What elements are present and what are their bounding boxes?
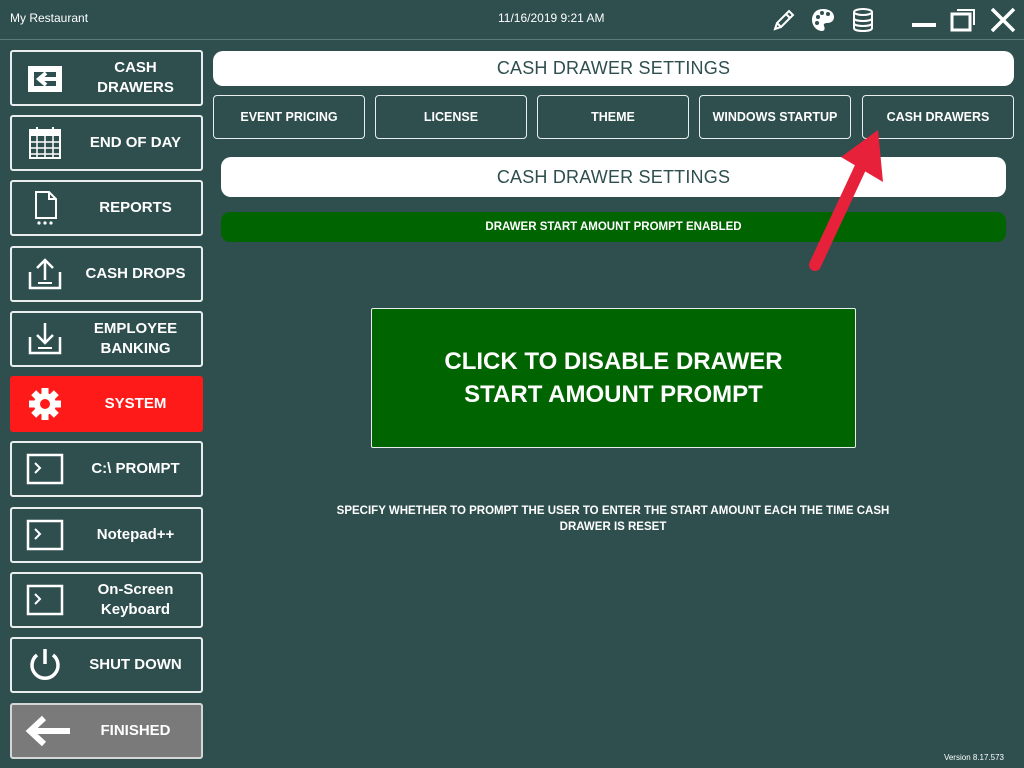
sidebar-item-cash-drops[interactable]: CASH DROPS: [10, 246, 203, 302]
sidebar-item-system[interactable]: SYSTEM: [10, 376, 203, 432]
terminal-icon: [26, 582, 64, 618]
report-icon: [26, 190, 64, 226]
app-title: My Restaurant: [10, 11, 89, 25]
status-banner: DRAWER START AMOUNT PROMPT ENABLED: [221, 212, 1006, 242]
sidebar-item-label: EMPLOYEE BANKING: [93, 320, 178, 357]
power-icon: [26, 647, 64, 683]
title-bar: My Restaurant 11/16/2019 9:21 AM: [0, 0, 1024, 40]
page-title: CASH DRAWER SETTINGS: [213, 51, 1014, 86]
toggle-drawer-prompt-button[interactable]: CLICK TO DISABLE DRAWER START AMOUNT PRO…: [371, 308, 856, 448]
upload-tray-icon: [26, 256, 64, 292]
tab-theme[interactable]: THEME: [537, 95, 689, 139]
sidebar-item-end-of-day[interactable]: END OF DAY: [10, 115, 203, 171]
tab-event-pricing[interactable]: EVENT PRICING: [213, 95, 365, 139]
sidebar-item-label: REPORTS: [99, 199, 172, 216]
section-title: CASH DRAWER SETTINGS: [221, 157, 1006, 197]
sidebar-item-label: CASH DROPS: [85, 265, 186, 282]
tab-license[interactable]: LICENSE: [375, 95, 527, 139]
database-icon[interactable]: [849, 6, 877, 34]
sidebar-item-label: SHUT DOWN: [89, 656, 182, 673]
close-icon[interactable]: [989, 6, 1017, 34]
sidebar-item-on-screen-keyboard[interactable]: On-Screen Keyboard: [10, 572, 203, 628]
version-label: Version 8.17.573: [943, 753, 1004, 762]
terminal-icon: [26, 517, 64, 553]
sidebar-item-employee-banking[interactable]: EMPLOYEE BANKING: [10, 311, 203, 367]
gear-icon: [26, 386, 64, 422]
sidebar-item-cash-drawers[interactable]: CASH DRAWERS: [10, 50, 203, 106]
download-tray-icon: [26, 321, 64, 357]
sidebar-item-shut-down[interactable]: SHUT DOWN: [10, 637, 203, 693]
pencil-icon[interactable]: [770, 6, 798, 34]
sidebar-item-label: SYSTEM: [104, 395, 167, 412]
back-arrow-icon: [22, 713, 74, 749]
tab-windows-startup[interactable]: WINDOWS STARTUP: [699, 95, 851, 139]
sidebar-item-label: Notepad++: [96, 526, 175, 543]
restore-icon[interactable]: [949, 6, 977, 34]
terminal-icon: [26, 451, 64, 487]
datetime: 11/16/2019 9:21 AM: [498, 11, 605, 25]
sidebar-item-label: CASH DRAWERS: [97, 59, 174, 96]
calendar-icon: [26, 125, 64, 161]
palette-icon[interactable]: [809, 6, 837, 34]
setting-description: SPECIFY WHETHER TO PROMPT THE USER TO EN…: [336, 505, 890, 533]
minimize-icon[interactable]: [910, 6, 938, 34]
sidebar-item-label: END OF DAY: [89, 134, 182, 151]
cash-drawer-icon: [26, 60, 64, 96]
sidebar-item-label: C:\ PROMPT: [91, 460, 180, 477]
tab-cash-drawers[interactable]: CASH DRAWERS: [862, 95, 1014, 139]
sidebar-item-notepad[interactable]: Notepad++: [10, 507, 203, 563]
sidebar-item-c-prompt[interactable]: C:\ PROMPT: [10, 441, 203, 497]
sidebar-item-finished[interactable]: FINISHED: [10, 703, 203, 759]
sidebar-item-label: FINISHED: [100, 722, 171, 739]
sidebar-item-label: On-Screen Keyboard: [97, 581, 174, 618]
sidebar-item-reports[interactable]: REPORTS: [10, 180, 203, 236]
